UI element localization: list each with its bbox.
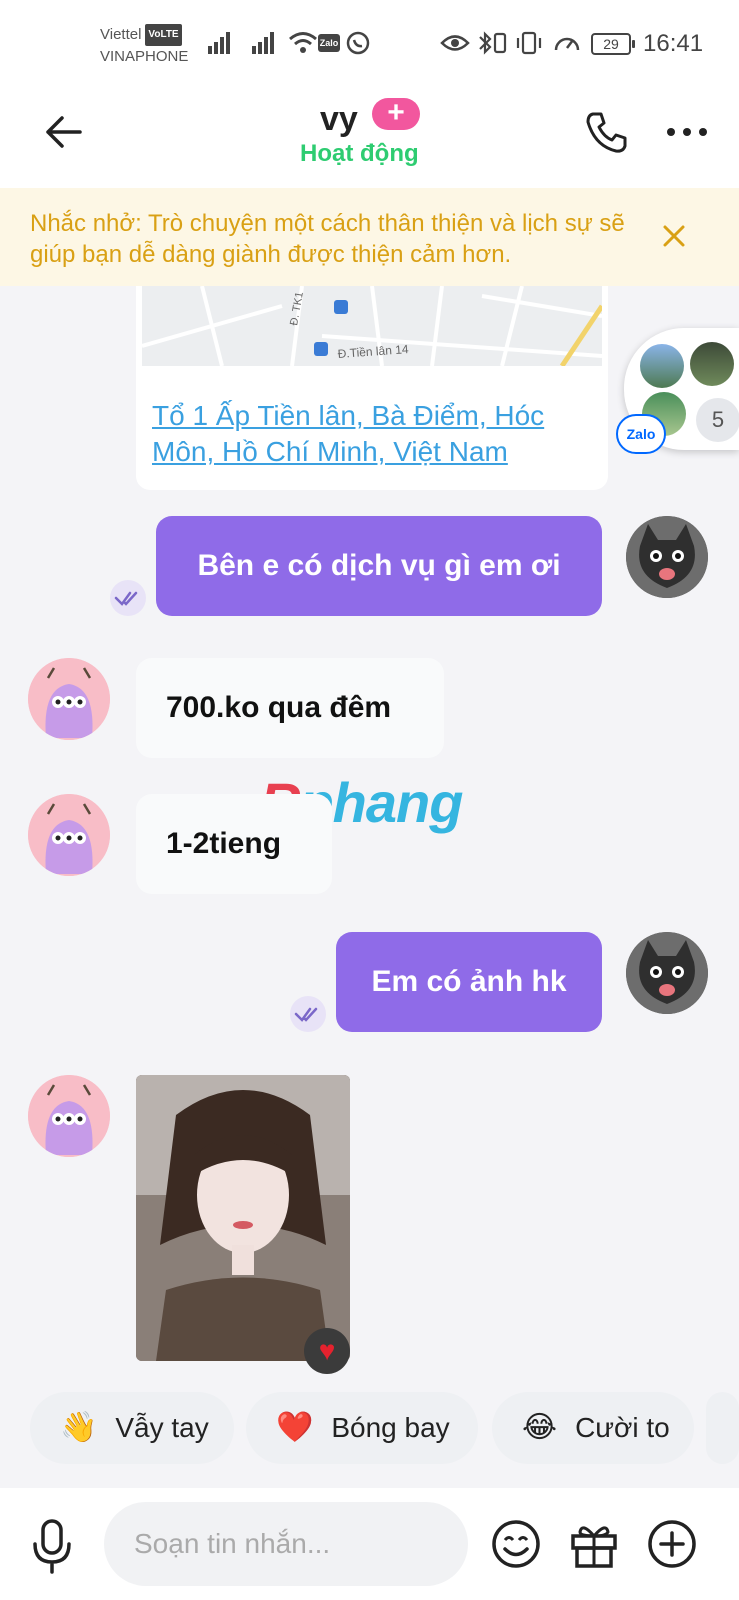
carrier-primary: Viettel: [100, 26, 142, 43]
add-icon[interactable]: [646, 1518, 698, 1570]
carrier-secondary: VINAPHONE: [100, 48, 189, 65]
signal-icon: [208, 30, 232, 54]
gift-icon[interactable]: [568, 1518, 620, 1570]
back-arrow-icon[interactable]: [42, 110, 86, 154]
quick-reply-label: Bóng bay: [331, 1412, 450, 1443]
chat-header: vy + Hoạt động: [0, 92, 739, 188]
wifi-icon: [289, 32, 317, 53]
bluetooth-icon: [479, 31, 507, 55]
monster-avatar-icon: [28, 794, 110, 876]
contact-name[interactable]: vy: [320, 100, 358, 139]
double-check-icon: [294, 1007, 318, 1022]
incoming-message[interactable]: 1-2tieng: [136, 794, 332, 894]
street-label-2: Đ.Tiền lân 14: [337, 342, 409, 361]
eye-icon: [440, 35, 470, 51]
quick-reply-more[interactable]: [706, 1392, 739, 1464]
quick-reply-laugh[interactable]: 😂 Cười to: [492, 1392, 694, 1464]
status-bar: Viettel VoLTE VINAPHONE Zalo 29 16:41: [0, 0, 739, 92]
online-status: Hoạt động: [300, 140, 419, 167]
quick-reply-wave[interactable]: 👋 Vẫy tay: [30, 1392, 234, 1464]
seen-indicator: [290, 996, 326, 1032]
double-check-icon: [114, 591, 138, 606]
phone-icon[interactable]: [583, 108, 631, 156]
chat-head-thumb[interactable]: [690, 342, 734, 386]
monster-avatar-icon: [28, 658, 110, 740]
photo-image: [136, 1075, 350, 1361]
add-friend-button[interactable]: +: [372, 98, 420, 130]
wave-emoji-icon: 👋: [60, 1411, 98, 1444]
message-composer: [0, 1488, 739, 1600]
wolf-avatar-icon: [626, 932, 708, 1014]
message-input[interactable]: [104, 1502, 468, 1586]
battery-icon: 29: [591, 33, 635, 55]
chat-head-thumb[interactable]: [640, 344, 684, 388]
photo-message[interactable]: [136, 1075, 350, 1361]
chat-heads-widget[interactable]: 5 Zalo: [616, 328, 739, 454]
laugh-emoji-icon: 😂: [522, 1411, 558, 1444]
avatar[interactable]: [28, 1075, 110, 1157]
emoji-icon[interactable]: [490, 1518, 542, 1570]
microphone-icon[interactable]: [30, 1518, 74, 1574]
location-card[interactable]: Đ. TK1 Đ.Tiền lân 14 Tổ 1 Ấp Tiền lân, B…: [136, 286, 608, 490]
avatar[interactable]: [626, 516, 708, 598]
more-options-icon[interactable]: [665, 126, 709, 138]
incoming-message[interactable]: 700.ko qua đêm: [136, 658, 444, 758]
zalo-notification-icon: Zalo: [318, 34, 340, 52]
avatar[interactable]: [28, 658, 110, 740]
speed-icon: [554, 37, 580, 51]
heart-reaction[interactable]: ♥: [304, 1328, 350, 1374]
quick-reply-label: Cười to: [575, 1412, 670, 1443]
heart-emoji-icon: ❤️: [276, 1411, 314, 1444]
close-icon[interactable]: [662, 224, 686, 248]
address-link[interactable]: Tổ 1 Ấp Tiền lân, Bà Điểm, Hóc Môn, Hồ C…: [152, 398, 592, 470]
seen-indicator: [110, 580, 146, 616]
reminder-text: Nhắc nhở: Trò chuyện một cách thân thiện…: [30, 210, 625, 268]
outgoing-message[interactable]: Bên e có dịch vụ gì em ơi: [156, 516, 602, 616]
quick-reply-balloon[interactable]: ❤️ Bóng bay: [246, 1392, 478, 1464]
signal-icon-2: [252, 30, 276, 54]
monster-avatar-icon: [28, 1075, 110, 1157]
map-streets: Đ. TK1 Đ.Tiền lân 14: [142, 286, 602, 366]
avatar[interactable]: [28, 794, 110, 876]
clock: 16:41: [643, 30, 704, 57]
reminder-banner: Nhắc nhở: Trò chuyện một cách thân thiện…: [0, 188, 739, 286]
street-label-1: Đ. TK1: [288, 291, 306, 327]
vibrate-icon: [516, 31, 542, 55]
quick-reply-label: Vẫy tay: [115, 1412, 209, 1443]
whatsapp-icon: [346, 31, 370, 55]
outgoing-message[interactable]: Em có ảnh hk: [336, 932, 602, 1032]
volte-badge: VoLTE: [145, 24, 182, 46]
map-preview[interactable]: Đ. TK1 Đ.Tiền lân 14: [142, 286, 602, 366]
chat-head-count: 5: [696, 398, 739, 442]
wolf-avatar-icon: [626, 516, 708, 598]
carrier-info: Viettel VoLTE VINAPHONE: [100, 24, 188, 68]
avatar[interactable]: [626, 932, 708, 1014]
zalo-logo: Zalo: [616, 414, 666, 454]
